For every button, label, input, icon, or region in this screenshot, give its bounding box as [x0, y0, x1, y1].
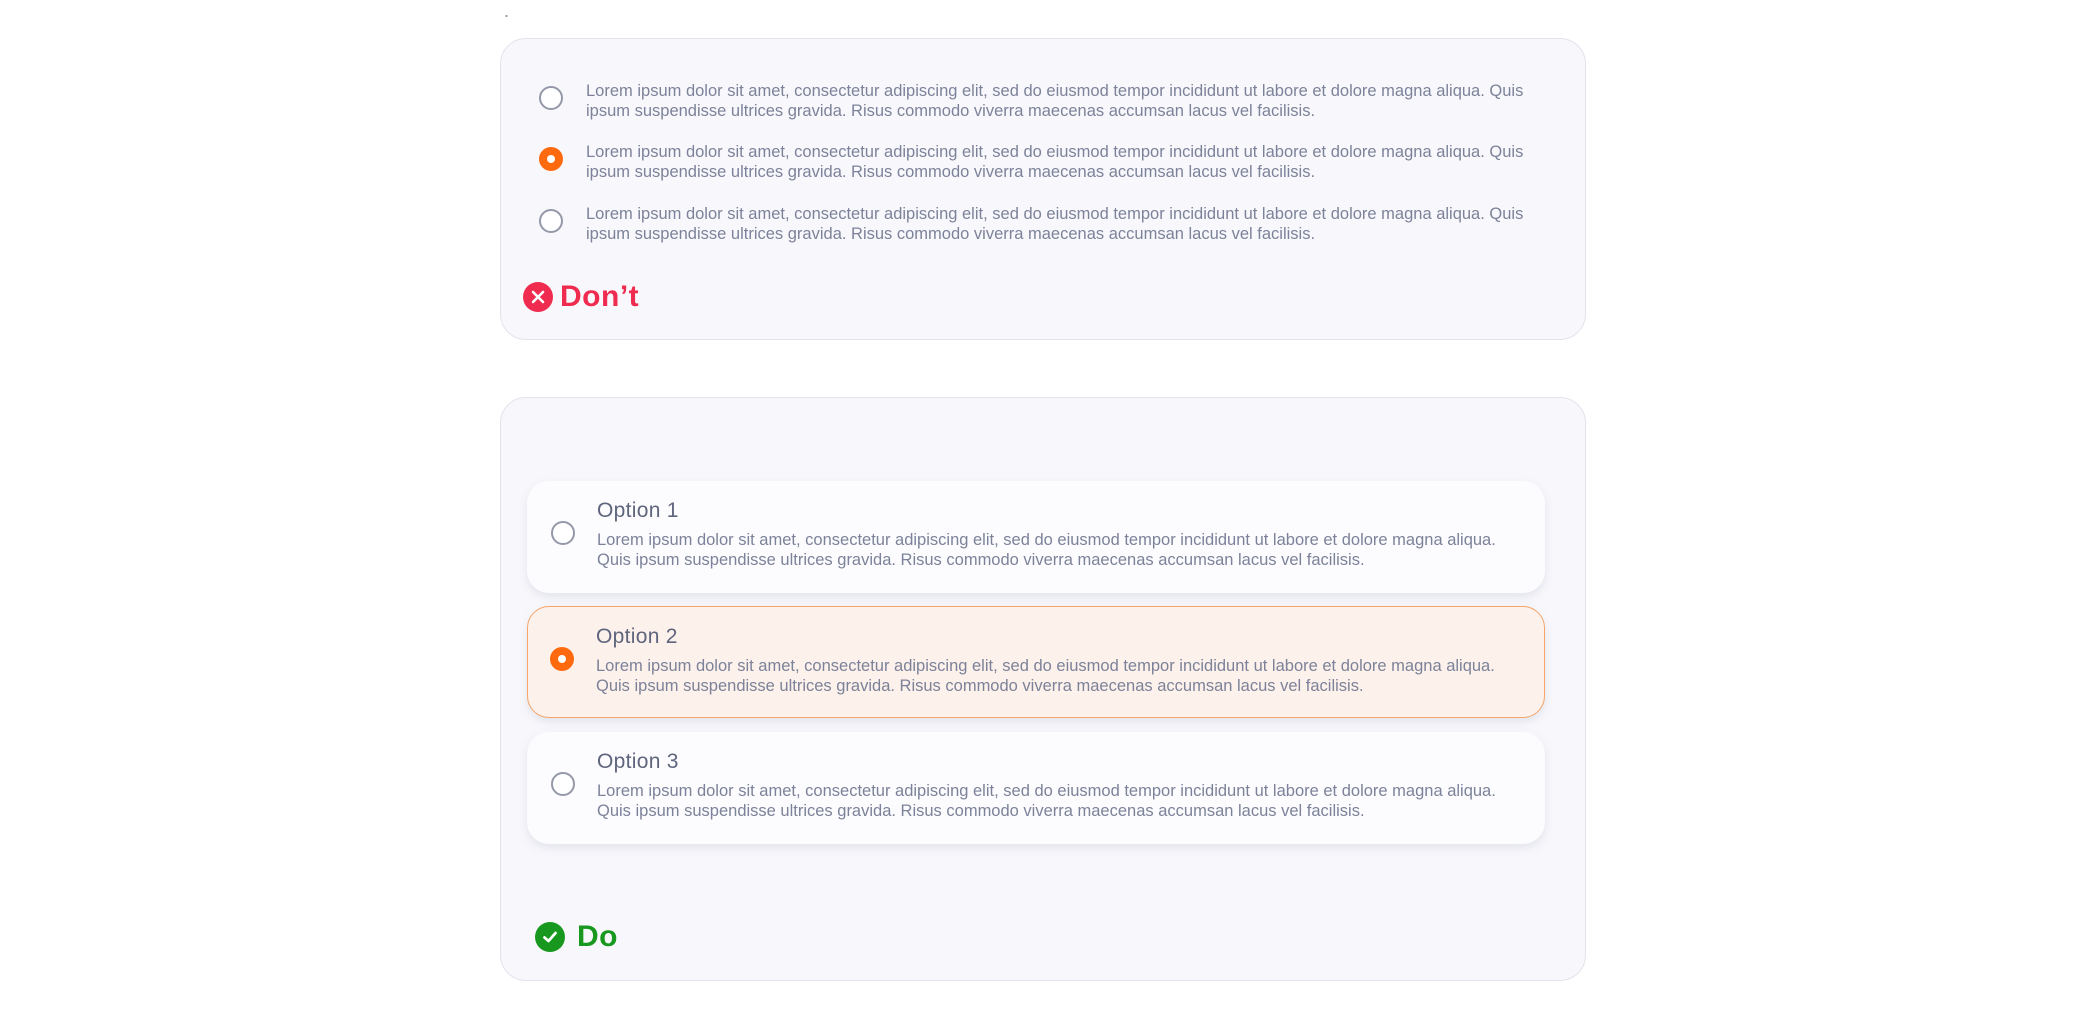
option-description: Lorem ipsum dolor sit amet, consectetur …	[597, 531, 1496, 569]
do-label: Do	[577, 920, 618, 953]
option-title: Option 1	[597, 499, 679, 522]
radio-checked-icon[interactable]	[539, 147, 563, 171]
option-card-3[interactable]: Option 3 Lorem ipsum dolor sit amet, con…	[527, 732, 1545, 844]
radio-option[interactable]: Lorem ipsum dolor sit amet, consectetur …	[539, 142, 1539, 182]
option-body: Option 2 Lorem ipsum dolor sit amet, con…	[596, 624, 1516, 696]
option-card-2[interactable]: Option 2 Lorem ipsum dolor sit amet, con…	[527, 606, 1545, 718]
do-example-card: Option 1 Lorem ipsum dolor sit amet, con…	[500, 397, 1586, 981]
option-card-1[interactable]: Option 1 Lorem ipsum dolor sit amet, con…	[527, 481, 1545, 593]
dont-verdict: Don’t	[523, 280, 639, 314]
radio-option-text: Lorem ipsum dolor sit amet, consectetur …	[586, 205, 1524, 243]
radio-checked-icon[interactable]	[550, 647, 574, 671]
page: . Lorem ipsum dolor sit amet, consectetu…	[0, 0, 2100, 1017]
radio-unchecked-icon[interactable]	[551, 772, 575, 796]
option-description: Lorem ipsum dolor sit amet, consectetur …	[597, 782, 1496, 820]
option-body: Option 3 Lorem ipsum dolor sit amet, con…	[597, 749, 1517, 821]
radio-option[interactable]: Lorem ipsum dolor sit amet, consectetur …	[539, 204, 1539, 244]
stray-mark: .	[504, 1, 510, 21]
check-circle-icon	[535, 922, 565, 952]
dont-label: Don’t	[560, 280, 640, 313]
dont-example-card: Lorem ipsum dolor sit amet, consectetur …	[500, 38, 1586, 340]
close-circle-icon	[523, 282, 553, 312]
radio-option[interactable]: Lorem ipsum dolor sit amet, consectetur …	[539, 81, 1539, 121]
radio-unchecked-icon[interactable]	[539, 209, 563, 233]
option-body: Option 1 Lorem ipsum dolor sit amet, con…	[597, 498, 1517, 570]
option-title: Option 3	[597, 750, 679, 773]
option-title: Option 2	[596, 625, 678, 648]
radio-option-text: Lorem ipsum dolor sit amet, consectetur …	[586, 143, 1524, 181]
radio-unchecked-icon[interactable]	[551, 521, 575, 545]
do-verdict: Do	[535, 920, 618, 954]
radio-unchecked-icon[interactable]	[539, 86, 563, 110]
radio-option-text: Lorem ipsum dolor sit amet, consectetur …	[586, 82, 1524, 120]
option-description: Lorem ipsum dolor sit amet, consectetur …	[596, 657, 1495, 695]
